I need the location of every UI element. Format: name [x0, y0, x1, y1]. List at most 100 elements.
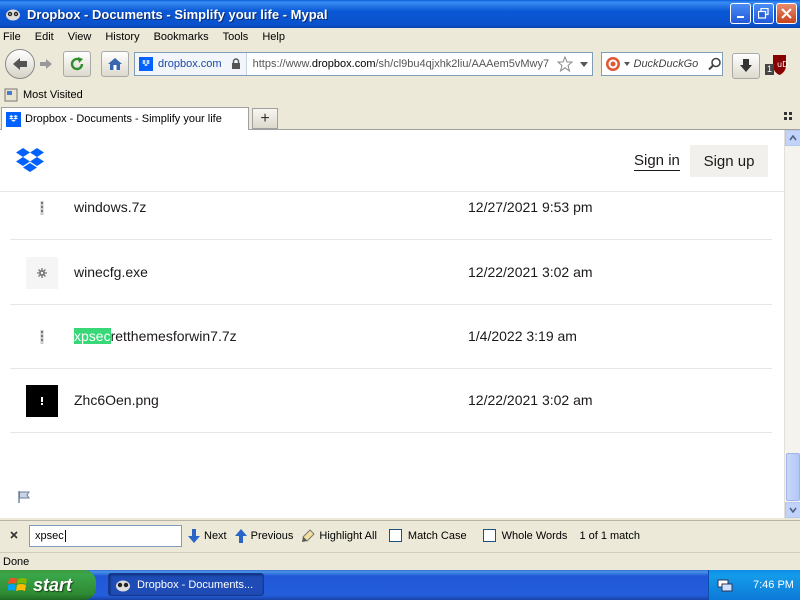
image-thumbnail [26, 385, 58, 417]
search-bar[interactable]: DuckDuckGo [601, 52, 723, 76]
tab-strip: Dropbox - Documents - Simplify your life… [0, 106, 800, 130]
file-name[interactable]: Zhc6Oen.png [74, 392, 159, 408]
minimize-button[interactable] [730, 3, 751, 24]
url-bar[interactable]: dropbox.com https://www.dropbox.com/sh/c… [134, 52, 593, 76]
exe-gear-icon [26, 257, 58, 289]
sign-in-link[interactable]: Sign in [634, 152, 680, 171]
menu-view[interactable]: View [68, 31, 92, 43]
site-identity-label: dropbox.com [158, 58, 222, 70]
system-tray: 7:46 PM [708, 570, 800, 600]
checkbox[interactable] [388, 529, 402, 542]
scroll-down-button[interactable] [785, 502, 800, 518]
forward-button[interactable] [35, 53, 57, 75]
find-previous-button[interactable]: Previous [234, 528, 293, 543]
tab-label: Dropbox - Documents - Simplify your life [25, 113, 222, 125]
archive-icon [26, 321, 58, 353]
find-bar: xpsec Next Previous Highlight All Match … [0, 520, 800, 550]
restore-icon [758, 8, 769, 19]
tab-dropbox[interactable]: Dropbox - Documents - Simplify your life [1, 107, 249, 130]
status-bar: Done [0, 552, 800, 570]
menu-bar: File Edit View History Bookmarks Tools H… [0, 28, 800, 46]
url-dropdown-icon[interactable] [577, 57, 591, 71]
close-icon [10, 531, 18, 539]
file-name[interactable]: winecfg.exe [74, 264, 148, 280]
flag-icon[interactable] [17, 490, 31, 507]
list-all-tabs-button[interactable] [784, 112, 794, 125]
menu-bookmarks[interactable]: Bookmarks [154, 31, 209, 43]
dropbox-favicon-icon [6, 111, 21, 127]
file-name[interactable]: xpsecretthemesforwin7.7z [74, 328, 237, 344]
arrow-up-icon [234, 528, 247, 543]
sign-up-button[interactable]: Sign up [690, 145, 768, 177]
archive-icon [26, 192, 58, 224]
clock[interactable]: 7:46 PM [753, 579, 794, 591]
menu-help[interactable]: Help [262, 31, 285, 43]
navigation-toolbar: dropbox.com https://www.dropbox.com/sh/c… [0, 46, 800, 82]
close-find-bar-button[interactable] [9, 528, 23, 543]
file-row[interactable]: winecfg.exe 12/22/2021 3:02 am [10, 241, 772, 305]
menu-tools[interactable]: Tools [223, 31, 249, 43]
svg-text:uD: uD [777, 60, 788, 69]
lock-icon [231, 58, 240, 69]
file-row[interactable]: Zhc6Oen.png 12/22/2021 3:02 am [10, 369, 772, 433]
bookmark-most-visited[interactable]: Most Visited [23, 89, 83, 101]
scrollbar-thumb[interactable] [786, 453, 800, 501]
taskbar-item-browser[interactable]: Dropbox - Documents... [108, 573, 264, 596]
site-identity-button[interactable]: dropbox.com [135, 53, 247, 75]
file-modified-date: 12/22/2021 3:02 am [468, 264, 593, 280]
bookmark-star-icon[interactable] [556, 56, 573, 72]
checkbox[interactable] [482, 529, 496, 542]
mypal-app-icon [4, 6, 22, 22]
highlight-all-button[interactable]: Highlight All [301, 528, 377, 543]
plus-icon: + [260, 109, 270, 127]
reload-button[interactable] [63, 51, 91, 77]
chevron-up-icon [789, 135, 797, 141]
file-row[interactable]: xpsecretthemesforwin7.7z 1/4/2022 3:19 a… [10, 305, 772, 369]
downloads-button[interactable] [732, 53, 760, 79]
whole-words-checkbox[interactable]: Whole Words [482, 529, 567, 542]
page-content: Sign in Sign up windows.7z 12/27/2021 9:… [0, 130, 784, 518]
home-button[interactable] [101, 51, 129, 77]
search-icon[interactable] [708, 57, 722, 71]
download-arrow-icon [740, 59, 752, 72]
duckduckgo-icon [606, 57, 620, 71]
network-icon[interactable] [717, 577, 733, 593]
menu-history[interactable]: History [105, 31, 139, 43]
file-modified-date: 12/22/2021 3:02 am [468, 392, 593, 408]
bookmarks-toolbar: Most Visited [0, 86, 800, 104]
dropbox-logo-icon[interactable] [16, 147, 44, 175]
status-text: Done [3, 555, 30, 568]
close-window-button[interactable] [776, 3, 797, 24]
engine-dropdown-icon[interactable] [623, 60, 631, 68]
menu-edit[interactable]: Edit [35, 31, 54, 43]
find-match-highlight: xpsec [74, 328, 111, 344]
back-arrow-icon [13, 58, 27, 70]
highlighter-icon [302, 528, 316, 542]
taskbar: start Dropbox - Documents... 7:46 PM [0, 570, 800, 600]
arrow-down-icon [188, 528, 200, 543]
title-bar[interactable]: Dropbox - Documents - Simplify your life… [0, 0, 800, 28]
ublock-count: 1 [767, 64, 773, 74]
file-name[interactable]: windows.7z [74, 199, 146, 215]
file-row[interactable]: windows.7z 12/27/2021 9:53 pm [10, 176, 772, 240]
back-button[interactable] [5, 49, 35, 79]
dropbox-favicon-icon [139, 57, 153, 71]
match-case-checkbox[interactable]: Match Case [388, 529, 467, 542]
windows-logo-icon [8, 578, 27, 591]
match-count: 1 of 1 match [579, 529, 640, 542]
find-next-button[interactable]: Next [188, 528, 227, 543]
ublock-button[interactable]: uD 1 [765, 53, 791, 80]
chevron-down-icon [789, 507, 797, 513]
find-input[interactable]: xpsec [29, 524, 182, 547]
maximize-button[interactable] [753, 3, 774, 24]
minimize-icon [736, 15, 744, 18]
start-button[interactable]: start [0, 570, 96, 600]
url-text: https://www.dropbox.com/sh/cl9bu4qjxhk2l… [252, 58, 550, 70]
vertical-scrollbar[interactable] [784, 130, 800, 518]
new-tab-button[interactable]: + [252, 108, 278, 129]
menu-file[interactable]: File [3, 31, 21, 43]
search-engine-label: DuckDuckGo [633, 58, 699, 70]
home-icon [108, 58, 122, 70]
scroll-up-button[interactable] [785, 130, 800, 146]
grid-dots-icon [784, 112, 792, 120]
